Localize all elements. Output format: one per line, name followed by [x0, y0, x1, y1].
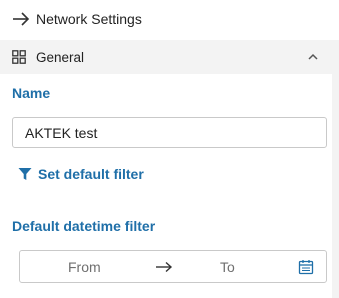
scrollbar-track[interactable]	[332, 74, 339, 298]
range-arrow-icon	[155, 260, 173, 274]
set-default-filter-link[interactable]: Set default filter	[18, 166, 144, 182]
funnel-icon	[18, 167, 32, 181]
network-settings-panel: Network Settings General Name Set	[0, 0, 339, 298]
panel-header: Network Settings	[12, 8, 142, 30]
arrow-right-icon[interactable]	[12, 11, 30, 27]
name-label: Name	[12, 85, 51, 101]
date-from-input[interactable]: From	[68, 259, 101, 275]
datetime-filter-label: Default datetime filter	[12, 218, 156, 234]
section-label: General	[36, 49, 85, 65]
name-input[interactable]	[12, 117, 327, 148]
calendar-icon[interactable]	[298, 259, 314, 275]
chevron-up-icon[interactable]	[307, 51, 319, 63]
date-range-picker[interactable]: From To	[19, 250, 327, 283]
date-to-input[interactable]: To	[220, 259, 235, 275]
set-default-filter-label: Set default filter	[38, 166, 144, 182]
grid-icon	[12, 50, 26, 64]
page-title: Network Settings	[36, 11, 142, 27]
section-general-header[interactable]: General	[0, 40, 339, 74]
